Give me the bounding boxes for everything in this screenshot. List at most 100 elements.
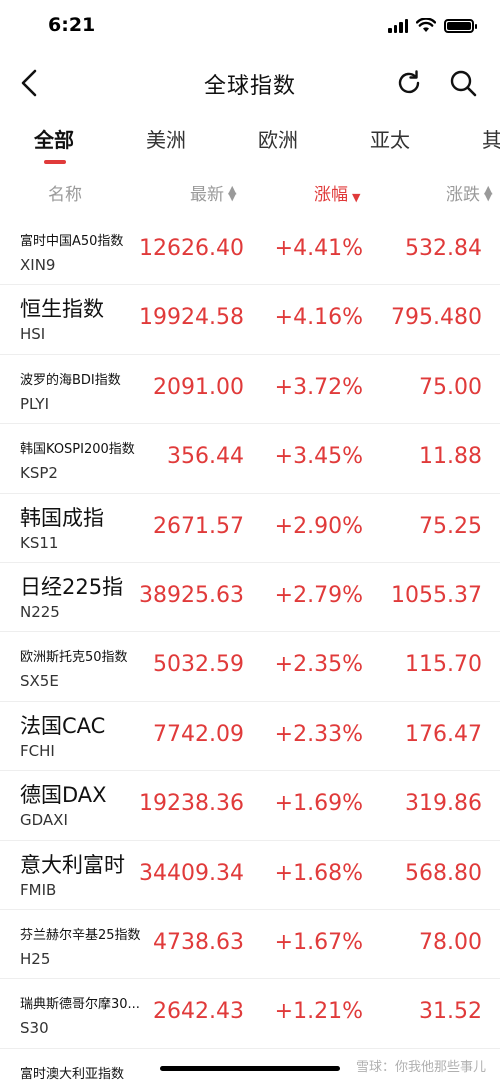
index-price: 19924.58	[139, 305, 244, 331]
index-code: KS11	[20, 533, 59, 552]
index-code: SX5E	[20, 672, 59, 691]
tab-europe[interactable]: 欧洲	[258, 124, 298, 153]
index-change: 115.70	[405, 652, 482, 678]
sort-desc-icon: ▼	[352, 190, 361, 204]
index-name: 瑞典斯德哥尔摩30...	[20, 997, 140, 1013]
index-list: 富时中国A50指数 XIN9 12626.40 +4.41% 532.84 恒生…	[0, 216, 500, 1082]
index-change: 568.80	[405, 860, 482, 886]
index-change-pct: +4.16%	[274, 305, 363, 331]
index-code: PLYI	[20, 394, 49, 413]
sort-icon: ▲ ▼	[484, 183, 493, 203]
index-name: 日经225指	[20, 574, 124, 599]
index-price: 2671.57	[153, 513, 244, 539]
category-tabs: 全部 美洲 欧洲 亚太 其	[0, 116, 500, 168]
index-name: 法国CAC	[20, 713, 106, 738]
index-name: 恒生指数	[20, 297, 104, 322]
column-latest-label: 最新	[190, 185, 224, 205]
list-item[interactable]: 芬兰赫尔辛基25指数 H25 4738.63 +1.67% 78.00	[0, 910, 500, 980]
index-change: 78.00	[419, 929, 482, 955]
index-name: 波罗的海BDI指数	[20, 372, 121, 388]
column-change-pct[interactable]: 涨幅 ▼	[314, 180, 360, 205]
list-item[interactable]: 瑞典斯德哥尔摩30... S30 2642.43 +1.21% 31.52	[0, 979, 500, 1049]
column-change-label: 涨跌	[446, 185, 480, 205]
home-indicator[interactable]	[160, 1066, 340, 1071]
column-name: 名称	[48, 185, 82, 205]
list-item[interactable]: 波罗的海BDI指数 PLYI 2091.00 +3.72% 75.00	[0, 355, 500, 425]
index-change-pct: +3.72%	[274, 374, 363, 400]
index-name: 韩国成指	[20, 505, 104, 530]
list-item[interactable]: 富时中国A50指数 XIN9 12626.40 +4.41% 532.84	[0, 216, 500, 286]
column-change[interactable]: 涨跌 ▲ ▼	[446, 180, 492, 205]
index-name: 意大利富时	[20, 852, 125, 877]
sort-icon: ▲ ▼	[228, 183, 237, 203]
index-change-pct: +1.69%	[274, 791, 363, 817]
list-item[interactable]: 意大利富时 FMIB 34409.34 +1.68% 568.80	[0, 841, 500, 910]
index-name: 欧洲斯托克50指数	[20, 650, 128, 666]
index-change: 75.00	[419, 374, 482, 400]
index-change-pct: +4.41%	[274, 236, 363, 261]
status-time: 6:21	[48, 14, 96, 36]
index-change-pct: +2.33%	[274, 721, 363, 747]
index-code: KSP2	[20, 464, 58, 483]
index-price: 12626.40	[139, 236, 244, 261]
status-bar: 6:21	[0, 0, 500, 54]
index-price: 5032.59	[153, 652, 244, 678]
index-change-pct: +2.79%	[274, 582, 363, 608]
index-change: 795.480	[391, 305, 482, 331]
list-item[interactable]: 日经225指 N225 38925.63 +2.79% 1055.37	[0, 563, 500, 633]
index-change: 75.25	[419, 513, 482, 539]
list-item[interactable]: 恒生指数 HSI 19924.58 +4.16% 795.480	[0, 285, 500, 355]
index-change: 319.86	[405, 791, 482, 817]
index-code: H25	[20, 949, 51, 968]
index-change-pct: +2.90%	[274, 513, 363, 539]
status-icons	[388, 18, 477, 33]
watermark: 雪球：你我他那些事儿	[355, 1060, 486, 1075]
index-code: XIN9	[20, 256, 56, 274]
index-code: S30	[20, 1019, 49, 1038]
index-code: N225	[20, 602, 60, 621]
index-change-pct: +3.45%	[274, 444, 363, 470]
index-code: GDAXI	[20, 811, 68, 830]
column-change-pct-label: 涨幅	[314, 185, 348, 205]
index-price: 19238.36	[139, 791, 244, 817]
index-change-pct: +2.35%	[274, 652, 363, 678]
tab-other[interactable]: 其	[482, 124, 500, 153]
index-price: 38925.63	[139, 582, 244, 608]
column-latest[interactable]: 最新 ▲ ▼	[190, 180, 236, 205]
tab-asia-pacific[interactable]: 亚太	[370, 124, 410, 153]
index-change: 176.47	[405, 721, 482, 747]
nav-bar: 全球指数	[0, 54, 500, 114]
index-name: 韩国KOSPI200指数	[20, 442, 135, 458]
tab-all[interactable]: 全部	[34, 124, 74, 153]
index-name: 富时中国A50指数	[20, 234, 124, 249]
list-item[interactable]: 欧洲斯托克50指数 SX5E 5032.59 +2.35% 115.70	[0, 632, 500, 702]
index-price: 356.44	[167, 444, 244, 470]
index-change: 532.84	[405, 236, 482, 261]
list-item[interactable]: 韩国成指 KS11 2671.57 +2.90% 75.25	[0, 494, 500, 563]
index-price: 2091.00	[153, 374, 244, 400]
index-code: HSI	[20, 325, 46, 344]
list-item[interactable]: 韩国KOSPI200指数 KSP2 356.44 +3.45% 11.88	[0, 424, 500, 494]
index-name: 德国DAX	[20, 783, 107, 808]
index-change-pct: +1.68%	[274, 860, 363, 886]
search-icon[interactable]	[448, 68, 478, 98]
battery-icon	[444, 18, 477, 33]
page-title: 全球指数	[203, 74, 296, 99]
index-name: 芬兰赫尔辛基25指数	[20, 927, 141, 943]
index-change-pct: +1.67%	[274, 929, 363, 955]
index-price: 4738.63	[153, 929, 244, 955]
list-item[interactable]: 德国DAX GDAXI 19238.36 +1.69% 319.86	[0, 771, 500, 841]
index-name: 富时澳大利亚指数	[20, 1066, 125, 1082]
index-change-pct: +1.21%	[274, 999, 363, 1025]
index-price: 34409.34	[139, 860, 244, 886]
index-change: 11.88	[419, 444, 482, 470]
list-item[interactable]: 法国CAC FCHI 7742.09 +2.33% 176.47	[0, 702, 500, 772]
refresh-icon[interactable]	[394, 68, 424, 98]
index-price: 7742.09	[153, 721, 244, 747]
tab-americas[interactable]: 美洲	[146, 124, 186, 153]
active-tab-indicator	[44, 160, 66, 164]
index-code: FCHI	[20, 741, 55, 760]
cellular-signal-icon	[388, 18, 408, 33]
index-code: FMIB	[20, 880, 57, 899]
column-header: 名称 最新 ▲ ▼ 涨幅 ▼ 涨跌 ▲ ▼	[0, 168, 500, 214]
